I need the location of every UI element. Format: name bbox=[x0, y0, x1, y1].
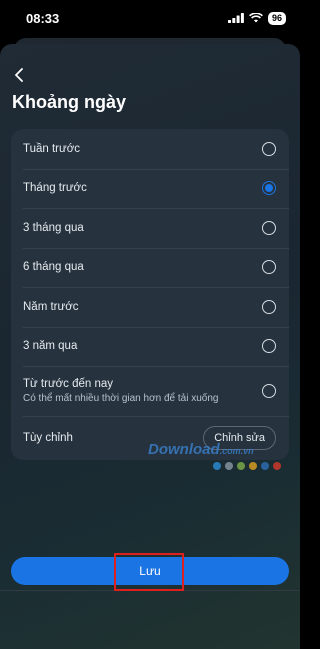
radio-button[interactable] bbox=[262, 384, 276, 398]
option-last-week[interactable]: Tuần trước bbox=[11, 129, 289, 169]
radio-button[interactable] bbox=[262, 299, 276, 314]
option-last-3-years[interactable]: 3 năm qua bbox=[11, 326, 289, 367]
option-sublabel: Có thể mất nhiều thời gian hơn để tải xu… bbox=[23, 393, 219, 404]
watermark-logo: Download.com.vn bbox=[148, 441, 254, 458]
radio-button[interactable] bbox=[262, 220, 276, 235]
signal-icon bbox=[227, 13, 244, 23]
watermark-dot bbox=[237, 462, 245, 470]
wifi-icon bbox=[249, 13, 263, 23]
option-all-time[interactable]: Từ trước đến nay Có thể mất nhiều thời g… bbox=[11, 366, 289, 416]
watermark-dots bbox=[213, 462, 281, 470]
watermark-dot bbox=[249, 462, 257, 470]
option-last-3-months[interactable]: 3 tháng qua bbox=[11, 208, 289, 248]
date-range-options: Tuần trước Tháng trước 3 tháng qua 6 thá… bbox=[11, 129, 289, 460]
chevron-left-icon bbox=[15, 68, 23, 82]
radio-button[interactable] bbox=[262, 339, 276, 354]
option-label: Tuần trước bbox=[23, 142, 80, 155]
status-icons: 96 bbox=[227, 11, 286, 25]
footer-divider bbox=[0, 590, 300, 591]
radio-button[interactable] bbox=[262, 141, 276, 156]
back-button[interactable] bbox=[10, 66, 28, 84]
radio-button-selected[interactable] bbox=[262, 181, 276, 196]
option-last-6-months[interactable]: 6 tháng qua bbox=[11, 247, 289, 288]
watermark-text: Download bbox=[148, 441, 220, 458]
option-last-year[interactable]: Năm trước bbox=[11, 287, 289, 327]
option-label: Từ trước đến nay bbox=[23, 378, 114, 390]
battery-indicator: 96 bbox=[267, 11, 286, 25]
status-bar: 08:33 96 bbox=[0, 0, 300, 36]
custom-label: Tùy chỉnh bbox=[23, 432, 73, 444]
watermark-dot bbox=[213, 462, 221, 470]
watermark-suffix: .com.vn bbox=[219, 446, 254, 456]
option-text-group: Từ trước đến nay Có thể mất nhiều thời g… bbox=[23, 378, 218, 404]
option-label: Năm trước bbox=[23, 300, 79, 313]
page-title: Khoảng ngày bbox=[12, 92, 127, 112]
watermark-dot bbox=[261, 462, 269, 470]
option-label: 6 tháng qua bbox=[23, 261, 84, 274]
option-label: 3 năm qua bbox=[23, 340, 78, 353]
watermark-dot bbox=[225, 462, 233, 470]
option-label: Tháng trước bbox=[23, 182, 87, 195]
watermark-dot bbox=[273, 462, 281, 470]
save-button[interactable]: Lưu bbox=[11, 557, 289, 585]
option-last-month[interactable]: Tháng trước bbox=[11, 168, 289, 209]
radio-button[interactable] bbox=[262, 260, 276, 275]
status-time: 08:33 bbox=[26, 10, 60, 26]
option-label: 3 tháng qua bbox=[23, 221, 84, 234]
